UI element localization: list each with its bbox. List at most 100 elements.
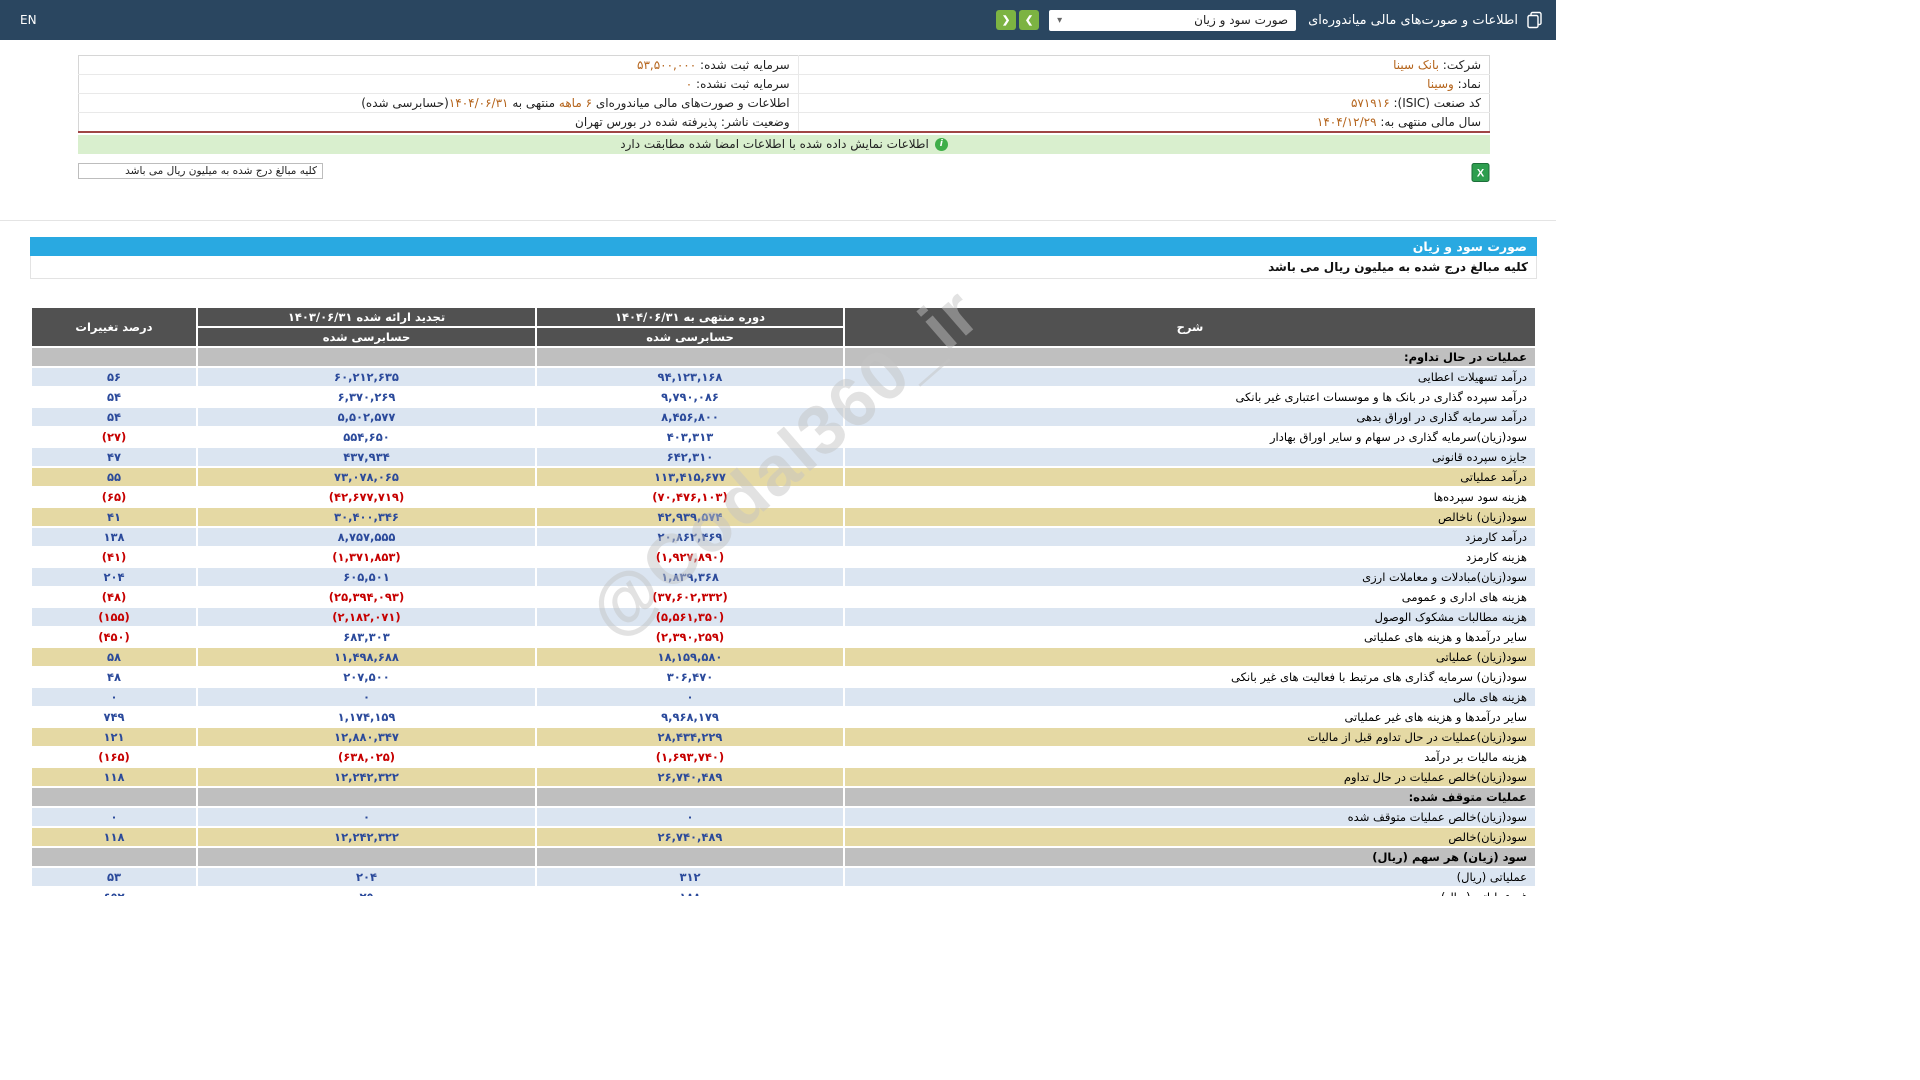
unregistered-capital-label: سرمایه ثبت نشده: [696,77,790,91]
change-percent-value: ۱۱۸ [32,768,196,786]
row-label: سایر درآمدها و هزینه های عملیاتی [845,628,1535,646]
change-percent-value: ۵۳ [32,868,196,886]
row-label: غیرعملیاتی (ریال) [845,888,1535,896]
current-period-value: (۲,۳۹۰,۲۵۹) [537,628,843,646]
restated-period-value: ۲۰۴ [198,868,535,886]
change-percent-value: ۶۵۲ [32,888,196,896]
empty-cell [198,348,535,366]
company-header-block: شرکت: بانک سینا سرمایه ثبت شده: ۵۳,۵۰۰,۰… [0,40,1556,221]
income-statement-table: شرح دوره منتهی به ۱۴۰۴/۰۶/۳۱ تجدید ارائه… [30,306,1537,896]
symbol-value: وسینا [1427,77,1454,91]
row-label: سود(زیان)خالص عملیات در حال تداوم [845,768,1535,786]
row-label: سود(زیان)خالص عملیات متوقف شده [845,808,1535,826]
row-label: سود(زیان)مبادلات و معاملات ارزی [845,568,1535,586]
restated-period-value: ۱۲,۸۸۰,۳۴۷ [198,728,535,746]
info-row-company: شرکت: بانک سینا سرمایه ثبت شده: ۵۳,۵۰۰,۰… [79,56,1490,75]
current-period-value: ۰ [537,808,843,826]
row-label: درآمد سپرده گذاری در بانک ها و موسسات اع… [845,388,1535,406]
statement-row: سود(زیان)خالص عملیات متوقف شده۰۰۰ [32,808,1535,826]
unit-note-box: کلیه مبالغ درج شده به میلیون ریال می باش… [78,163,323,179]
statement-row: درآمد سرمایه گذاری در اوراق بدهی۸,۴۵۶,۸۰… [32,408,1535,426]
restated-period-value: ۵,۵۰۲,۵۷۷ [198,408,535,426]
change-percent-value: ۵۸ [32,648,196,666]
row-label: درآمد سرمایه گذاری در اوراق بدهی [845,408,1535,426]
empty-cell [537,848,843,866]
statement-row: هزینه های اداری و عمومی(۳۷,۶۰۲,۳۳۲)(۲۵,۳… [32,588,1535,606]
restated-period-value: ۲۰۷,۵۰۰ [198,668,535,686]
fiscal-year-value: ۱۴۰۴/۱۲/۲۹ [1317,115,1377,129]
change-percent-value: ۰ [32,688,196,706]
row-label: هزینه مطالبات مشکوک الوصول [845,608,1535,626]
section-label: عملیات متوقف شده: [845,788,1535,806]
current-period-value: ۳۱۲ [537,868,843,886]
statement-row: درآمد تسهیلات اعطایی۹۴,۱۲۳,۱۶۸۶۰,۲۱۲,۶۳۵… [32,368,1535,386]
current-period-value: ۹۴,۱۲۳,۱۶۸ [537,368,843,386]
change-percent-value: ۴۱ [32,508,196,526]
row-label: هزینه کارمزد [845,548,1535,566]
next-statement-button[interactable]: ❯ [1019,10,1039,30]
registered-capital-value: ۵۳,۵۰۰,۰۰۰ [637,58,696,72]
statement-row: سود(زیان)سرمایه گذاری در سهام و سایر اور… [32,428,1535,446]
change-percent-value: (۱۶۵) [32,748,196,766]
table-body: عملیات در حال تداوم:درآمد تسهیلات اعطایی… [32,348,1535,896]
statement-type-select[interactable]: صورت سود و زیان ▾ [1049,10,1296,31]
header-restated-period: تجدید ارائه شده ۱۴۰۳/۰۶/۳۱ [198,308,535,326]
excel-export-icon[interactable]: X [1471,163,1490,182]
row-label: جایزه سپرده قانونی [845,448,1535,466]
statement-row: درآمد کارمزد۲۰,۸۶۲,۴۶۹۸,۷۵۷,۵۵۵۱۳۸ [32,528,1535,546]
restated-period-value: ۳۰,۴۰۰,۳۴۶ [198,508,535,526]
restated-period-value: (۴۲,۶۷۷,۷۱۹) [198,488,535,506]
language-toggle-en[interactable]: EN [20,13,37,27]
current-period-value: ۱۸,۱۵۹,۵۸۰ [537,648,843,666]
statement-row: درآمد عملیاتی۱۱۳,۴۱۵,۶۷۷۷۳,۰۷۸,۰۶۵۵۵ [32,468,1535,486]
statement-row: هزینه مطالبات مشکوک الوصول(۵,۵۶۱,۳۵۰)(۲,… [32,608,1535,626]
change-percent-value: ۱۲۱ [32,728,196,746]
statement-row: غیرعملیاتی (ریال)۱۸۸۲۵۶۵۲ [32,888,1535,896]
statement-row: عملیاتی (ریال)۳۱۲۲۰۴۵۳ [32,868,1535,886]
statement-row: هزینه سود سپرده‌ها(۷۰,۴۷۶,۱۰۳)(۴۲,۶۷۷,۷۱… [32,488,1535,506]
svg-text:X: X [1477,167,1485,179]
current-period-value: ۱,۸۳۹,۳۶۸ [537,568,843,586]
statement-row: جایزه سپرده قانونی۶۴۲,۳۱۰۴۳۷,۹۳۴۴۷ [32,448,1535,466]
info-icon: i [935,138,948,151]
current-period-value: (۱,۹۲۷,۸۹۰) [537,548,843,566]
chevron-down-icon: ▾ [1057,15,1062,26]
change-percent-value: ۵۶ [32,368,196,386]
current-period-value: ۱۱۳,۴۱۵,۶۷۷ [537,468,843,486]
current-period-value: (۱,۶۹۳,۷۴۰) [537,748,843,766]
restated-period-value: ۶,۳۷۰,۲۶۹ [198,388,535,406]
change-percent-value: (۴۵۰) [32,628,196,646]
row-label: سود(زیان) ناخالص [845,508,1535,526]
change-percent-value: ۵۴ [32,388,196,406]
restated-period-value: ۵۵۴,۶۵۰ [198,428,535,446]
current-period-value: ۹,۷۹۰,۰۸۶ [537,388,843,406]
statement-row: درآمد سپرده گذاری در بانک ها و موسسات اع… [32,388,1535,406]
statement-row: سایر درآمدها و هزینه های عملیاتی(۲,۳۹۰,۲… [32,628,1535,646]
unregistered-capital-value: ۰ [686,77,692,91]
statement-row: هزینه های مالی۰۰۰ [32,688,1535,706]
isic-value: ۵۷۱۹۱۶ [1351,96,1390,110]
table-header: شرح دوره منتهی به ۱۴۰۴/۰۶/۳۱ تجدید ارائه… [32,308,1535,346]
restated-period-value: ۸,۷۵۷,۵۵۵ [198,528,535,546]
current-period-value: ۱۸۸ [537,888,843,896]
restated-period-value: ۱۲,۲۴۲,۳۲۲ [198,768,535,786]
prev-statement-button[interactable]: ❮ [996,10,1016,30]
row-label: سود(زیان) عملیاتی [845,648,1535,666]
statement-row: سود(زیان) سرمایه گذاری های مرتبط با فعال… [32,668,1535,686]
row-label: سود(زیان)سرمایه گذاری در سهام و سایر اور… [845,428,1535,446]
navbar-right-group: اطلاعات و صورت‌های مالی میاندوره‌ای صورت… [993,10,1544,31]
empty-cell [32,348,196,366]
change-percent-value: (۴۸) [32,588,196,606]
statement-unit-note: کلیه مبالغ درج شده به میلیون ریال می باش… [30,256,1537,279]
current-period-value: (۷۰,۴۷۶,۱۰۳) [537,488,843,506]
signature-match-banner: i اطلاعات نمایش داده شده با اطلاعات امضا… [78,135,1490,154]
current-period-value: ۲۰,۸۶۲,۴۶۹ [537,528,843,546]
row-label: هزینه های مالی [845,688,1535,706]
company-label: شرکت: [1443,58,1481,72]
registered-capital-label: سرمایه ثبت شده: [700,58,790,72]
change-percent-value: ۴۷ [32,448,196,466]
section-label: سود (زیان) هر سهم (ریال) [845,848,1535,866]
row-label: درآمد کارمزد [845,528,1535,546]
restated-period-value: (۱,۳۷۱,۸۵۳) [198,548,535,566]
current-period-value: ۰ [537,688,843,706]
